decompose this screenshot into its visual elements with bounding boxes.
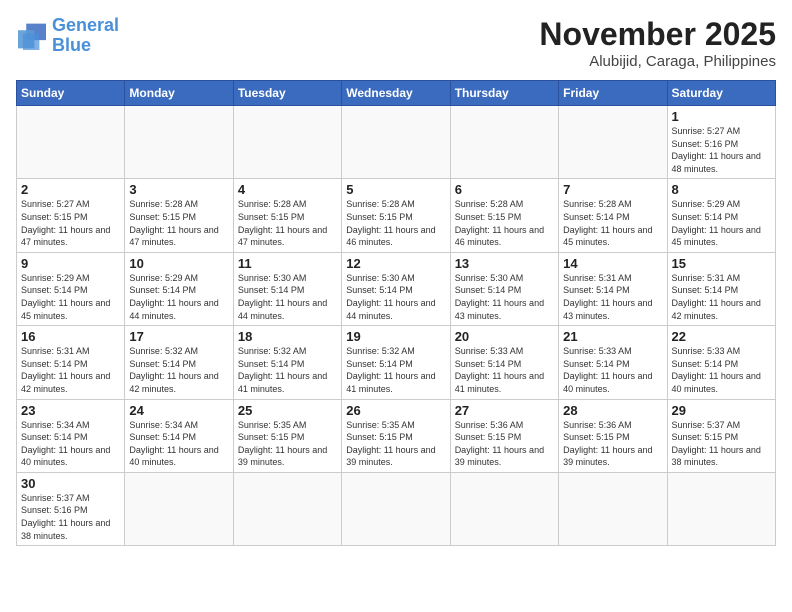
- day-7: 7 Sunrise: 5:28 AMSunset: 5:14 PMDayligh…: [559, 179, 667, 252]
- day-23: 23 Sunrise: 5:34 AMSunset: 5:14 PMDaylig…: [17, 399, 125, 472]
- table-row: 9 Sunrise: 5:29 AMSunset: 5:14 PMDayligh…: [17, 252, 776, 325]
- day-5: 5 Sunrise: 5:28 AMSunset: 5:15 PMDayligh…: [342, 179, 450, 252]
- day-12: 12 Sunrise: 5:30 AMSunset: 5:14 PMDaylig…: [342, 252, 450, 325]
- day-29: 29 Sunrise: 5:37 AMSunset: 5:15 PMDaylig…: [667, 399, 775, 472]
- header-thursday: Thursday: [450, 81, 558, 106]
- day-17: 17 Sunrise: 5:32 AMSunset: 5:14 PMDaylig…: [125, 326, 233, 399]
- day-22: 22 Sunrise: 5:33 AMSunset: 5:14 PMDaylig…: [667, 326, 775, 399]
- title-block: November 2025 Alubijid, Caraga, Philippi…: [539, 16, 776, 70]
- day-11: 11 Sunrise: 5:30 AMSunset: 5:14 PMDaylig…: [233, 252, 341, 325]
- day-18: 18 Sunrise: 5:32 AMSunset: 5:14 PMDaylig…: [233, 326, 341, 399]
- header-saturday: Saturday: [667, 81, 775, 106]
- day-3: 3 Sunrise: 5:28 AMSunset: 5:15 PMDayligh…: [125, 179, 233, 252]
- day-26: 26 Sunrise: 5:35 AMSunset: 5:15 PMDaylig…: [342, 399, 450, 472]
- day-4: 4 Sunrise: 5:28 AMSunset: 5:15 PMDayligh…: [233, 179, 341, 252]
- empty-cell: [342, 106, 450, 179]
- day-30: 30 Sunrise: 5:37 AMSunset: 5:16 PMDaylig…: [17, 472, 125, 545]
- empty-cell: [233, 472, 341, 545]
- day-2: 2 Sunrise: 5:27 AMSunset: 5:15 PMDayligh…: [17, 179, 125, 252]
- empty-cell: [450, 106, 558, 179]
- weekday-header-row: Sunday Monday Tuesday Wednesday Thursday…: [17, 81, 776, 106]
- day-21: 21 Sunrise: 5:33 AMSunset: 5:14 PMDaylig…: [559, 326, 667, 399]
- empty-cell: [559, 106, 667, 179]
- day-6: 6 Sunrise: 5:28 AMSunset: 5:15 PMDayligh…: [450, 179, 558, 252]
- table-row: 30 Sunrise: 5:37 AMSunset: 5:16 PMDaylig…: [17, 472, 776, 545]
- logo-general: General: [52, 15, 119, 35]
- header-sunday: Sunday: [17, 81, 125, 106]
- table-row: 23 Sunrise: 5:34 AMSunset: 5:14 PMDaylig…: [17, 399, 776, 472]
- day-28: 28 Sunrise: 5:36 AMSunset: 5:15 PMDaylig…: [559, 399, 667, 472]
- empty-cell: [450, 472, 558, 545]
- empty-cell: [125, 106, 233, 179]
- header: General Blue November 2025 Alubijid, Car…: [16, 16, 776, 70]
- location: Alubijid, Caraga, Philippines: [539, 53, 776, 70]
- day-19: 19 Sunrise: 5:32 AMSunset: 5:14 PMDaylig…: [342, 326, 450, 399]
- day-8: 8 Sunrise: 5:29 AMSunset: 5:14 PMDayligh…: [667, 179, 775, 252]
- empty-cell: [17, 106, 125, 179]
- day-10: 10 Sunrise: 5:29 AMSunset: 5:14 PMDaylig…: [125, 252, 233, 325]
- logo-icon: [16, 22, 48, 50]
- day-9: 9 Sunrise: 5:29 AMSunset: 5:14 PMDayligh…: [17, 252, 125, 325]
- day-14: 14 Sunrise: 5:31 AMSunset: 5:14 PMDaylig…: [559, 252, 667, 325]
- day-15: 15 Sunrise: 5:31 AMSunset: 5:14 PMDaylig…: [667, 252, 775, 325]
- day-16: 16 Sunrise: 5:31 AMSunset: 5:14 PMDaylig…: [17, 326, 125, 399]
- day-24: 24 Sunrise: 5:34 AMSunset: 5:14 PMDaylig…: [125, 399, 233, 472]
- logo: General Blue: [16, 16, 119, 56]
- empty-cell: [125, 472, 233, 545]
- day-25: 25 Sunrise: 5:35 AMSunset: 5:15 PMDaylig…: [233, 399, 341, 472]
- logo-blue: Blue: [52, 35, 91, 55]
- empty-cell: [233, 106, 341, 179]
- day-20: 20 Sunrise: 5:33 AMSunset: 5:14 PMDaylig…: [450, 326, 558, 399]
- table-row: 2 Sunrise: 5:27 AMSunset: 5:15 PMDayligh…: [17, 179, 776, 252]
- day-13: 13 Sunrise: 5:30 AMSunset: 5:14 PMDaylig…: [450, 252, 558, 325]
- month-title: November 2025: [539, 16, 776, 53]
- empty-cell: [342, 472, 450, 545]
- day-1: 1 Sunrise: 5:27 AMSunset: 5:16 PMDayligh…: [667, 106, 775, 179]
- empty-cell: [667, 472, 775, 545]
- table-row: 1 Sunrise: 5:27 AMSunset: 5:16 PMDayligh…: [17, 106, 776, 179]
- page: General Blue November 2025 Alubijid, Car…: [0, 0, 792, 612]
- header-monday: Monday: [125, 81, 233, 106]
- empty-cell: [559, 472, 667, 545]
- calendar: Sunday Monday Tuesday Wednesday Thursday…: [16, 80, 776, 546]
- table-row: 16 Sunrise: 5:31 AMSunset: 5:14 PMDaylig…: [17, 326, 776, 399]
- header-wednesday: Wednesday: [342, 81, 450, 106]
- header-tuesday: Tuesday: [233, 81, 341, 106]
- day-27: 27 Sunrise: 5:36 AMSunset: 5:15 PMDaylig…: [450, 399, 558, 472]
- header-friday: Friday: [559, 81, 667, 106]
